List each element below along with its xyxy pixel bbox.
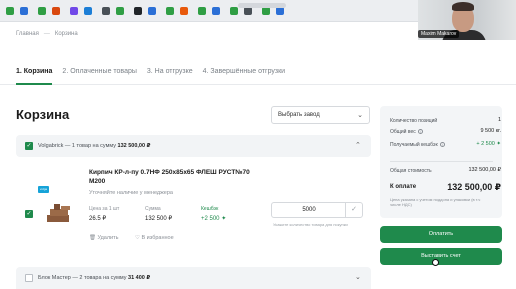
cost-value: 132 500,00 ₽ xyxy=(468,167,501,173)
total-value: 132 500,00 ₽ xyxy=(447,182,501,192)
webcam-overlay: Maxim Makarov xyxy=(418,0,516,40)
sum-value: 132 500 ₽ xyxy=(145,216,173,222)
summary-cashback-label: Получаемый кешбэк xyxy=(390,142,438,148)
step-paid[interactable]: 2. Оплаченные товары xyxy=(62,68,136,75)
quantity-value[interactable]: 5000 xyxy=(272,207,346,213)
chevron-down-icon[interactable]: ⌄ xyxy=(355,273,361,281)
delete-button[interactable]: 🗑 Удалить xyxy=(89,235,119,241)
group2-title-text: Блок Мастер — 2 товара на сумму xyxy=(38,275,127,281)
weight-value: 9 500 кг. xyxy=(480,128,501,134)
active-step-indicator xyxy=(16,83,52,85)
group2-title-amount: 31 400 ₽ xyxy=(128,275,151,281)
breadcrumb-home[interactable]: Главная xyxy=(16,31,39,37)
check-icon[interactable]: ✓ xyxy=(345,203,362,217)
brick-product-image[interactable] xyxy=(46,203,72,223)
bookmark-favicon-icon[interactable] xyxy=(180,6,188,15)
quantity-input[interactable]: 5000 ✓ xyxy=(271,202,363,218)
bookmark-favicon-icon[interactable] xyxy=(116,6,124,15)
info-icon[interactable]: i xyxy=(417,129,423,134)
steps-divider xyxy=(0,84,516,85)
bookmark-favicon-icon[interactable] xyxy=(84,6,92,15)
order-steps: 1. Корзина 2. Оплаченные товары 3. На от… xyxy=(16,68,285,75)
mouse-cursor xyxy=(432,259,439,266)
supplier-group-title-2: Блок Мастер — 2 товара на сумму 31 400 ₽ xyxy=(38,275,150,281)
bookmark-favicon-icon[interactable] xyxy=(212,6,220,15)
sum-label: Сумма xyxy=(145,206,161,212)
quantity-hint: Укажите количество товара для покупки xyxy=(273,222,348,227)
heart-icon: ♡ xyxy=(135,235,140,241)
summary-cashback-value: + 2 500 ✦ xyxy=(476,141,501,147)
step-shipping[interactable]: 3. На отгрузке xyxy=(147,68,193,75)
bookmark-favicon-icon[interactable] xyxy=(134,6,142,15)
favorite-label: В избранное xyxy=(141,235,174,241)
price-value: 26.5 ₽ xyxy=(89,216,107,222)
breadcrumb: Главная — Корзина xyxy=(16,31,78,37)
weight-label-row: Общий вес i xyxy=(390,129,423,135)
breadcrumb-current: Корзина xyxy=(54,31,78,37)
bookmark-favicon-icon[interactable] xyxy=(20,6,28,15)
invoice-button[interactable]: Выставить счет xyxy=(380,248,502,265)
bookmark-favicon-icon[interactable] xyxy=(166,6,174,15)
positions-value: 1 xyxy=(497,117,501,123)
weight-label: Общий вес xyxy=(390,129,416,135)
store-select-value: Выбрать завод xyxy=(278,112,320,118)
total-note: Цена указана с учетом поддона и упаковки… xyxy=(390,197,481,207)
step-cart[interactable]: 1. Корзина xyxy=(16,68,52,75)
cashback-label: Кешбэк xyxy=(201,206,219,212)
summary-divider xyxy=(390,161,493,162)
cashback-coin-icon: ✦ xyxy=(496,141,501,147)
cashback-value: +2 500 ✦ xyxy=(201,215,226,222)
total-label: К оплате xyxy=(390,184,417,190)
group-checkbox-2[interactable] xyxy=(25,274,33,282)
group-title-text: Volgabrick — 1 товар на сумму xyxy=(38,143,116,149)
positions-label: Количество позиций xyxy=(390,118,438,124)
product-checkbox[interactable]: ✓ xyxy=(25,210,33,218)
product-availability-note: Уточняйте наличие у менеджера xyxy=(89,190,173,196)
pay-button[interactable]: Оплатить xyxy=(380,226,502,243)
delete-label: Удалить xyxy=(97,235,119,241)
cashback-label-row: Получаемый кешбэк i xyxy=(390,142,445,148)
group-title-amount: 132 500,00 ₽ xyxy=(117,143,151,149)
breadcrumb-separator: — xyxy=(43,31,50,37)
address-bar[interactable] xyxy=(238,3,286,8)
brand-logo: volga xyxy=(38,186,49,193)
chevron-up-icon[interactable]: ⌃ xyxy=(355,141,361,149)
bookmark-favicon-icon[interactable] xyxy=(6,6,14,15)
favorite-button[interactable]: ♡ В избранное xyxy=(135,235,174,241)
cashback-amount: +2 500 xyxy=(201,216,220,222)
bookmark-favicon-icon[interactable] xyxy=(198,6,206,15)
info-icon[interactable]: i xyxy=(439,142,445,147)
chevron-down-icon: ⌄ xyxy=(357,112,363,119)
bookmark-favicon-icon[interactable] xyxy=(52,6,60,15)
trash-icon: 🗑 xyxy=(89,235,96,241)
webcam-person-hair xyxy=(452,2,474,11)
bookmark-favicon-icon[interactable] xyxy=(102,6,110,15)
summary-cashback-amount: + 2 500 xyxy=(476,141,495,147)
webcam-name-label: Maxim Makarov xyxy=(418,30,460,38)
supplier-group-title: Volgabrick — 1 товар на сумму 132 500,00… xyxy=(38,143,150,149)
step-completed[interactable]: 4. Завершённые отгрузки xyxy=(203,68,285,75)
product-name[interactable]: Кирпич КР-л-пу 0.7НФ 250х85х65 ФЛЕШ РУСТ… xyxy=(89,169,254,186)
store-select[interactable]: Выбрать завод ⌄ xyxy=(271,106,370,124)
page-title: Корзина xyxy=(16,107,70,122)
bookmark-favicon-icon[interactable] xyxy=(70,6,78,15)
bookmark-favicon-icon[interactable] xyxy=(148,6,156,15)
group-checkbox[interactable]: ✓ xyxy=(25,142,33,150)
bookmark-favicon-icon[interactable] xyxy=(38,6,46,15)
bookmark-favicon-icon[interactable] xyxy=(230,6,238,15)
price-label: Цена за 1 шт xyxy=(89,206,120,212)
cashback-coin-icon: ✦ xyxy=(221,216,227,222)
cost-label: Общая стоимость xyxy=(390,168,432,174)
